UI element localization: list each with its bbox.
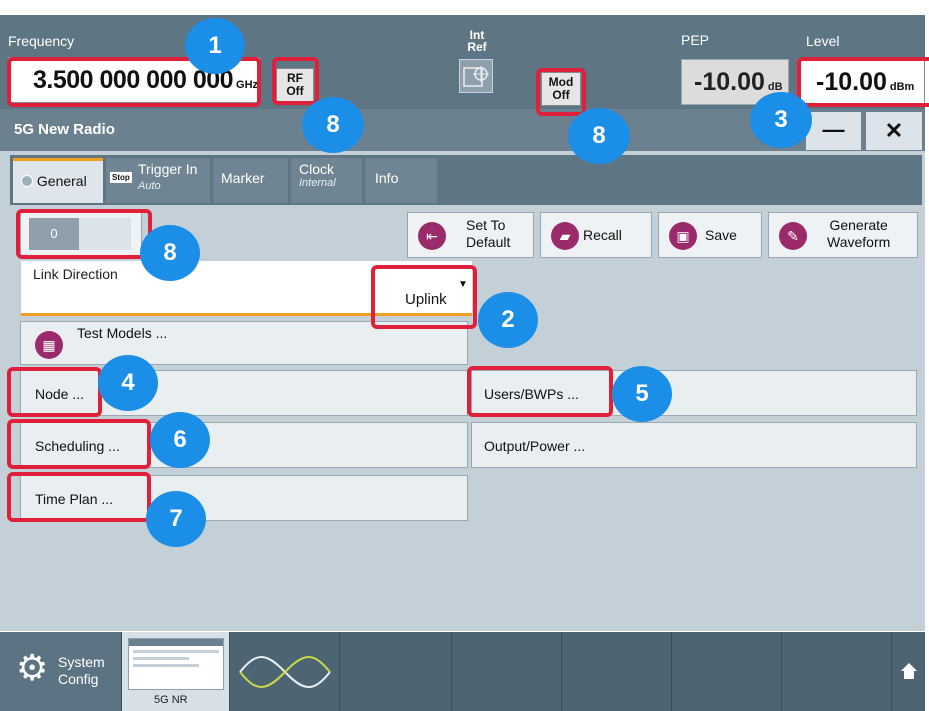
test-models-icon: ▦ <box>35 331 63 359</box>
highlight-toggle <box>16 209 152 259</box>
generate-pen-icon: ✎ <box>779 222 807 250</box>
recall-folder-icon: ▰ <box>551 222 579 250</box>
pep-value: -10.00 <box>694 68 765 96</box>
home-icon <box>901 663 917 679</box>
highlight-rf-off <box>272 57 319 105</box>
callout-6: 6 <box>150 412 210 468</box>
stop-badge: Stop <box>110 172 132 183</box>
waveform-icon <box>239 656 331 688</box>
tab-clock[interactable]: Clock Internal <box>291 158 362 203</box>
save-button[interactable]: ▣ Save <box>658 212 762 258</box>
tab-general-label: General <box>36 173 87 189</box>
set-default-line2: Default <box>466 234 511 250</box>
system-config-line2: Config <box>58 671 99 687</box>
set-default-line1: Set To <box>466 217 506 233</box>
highlight-scheduling <box>7 419 151 469</box>
highlight-node <box>7 367 102 417</box>
taskbar-slot-2[interactable] <box>452 632 562 711</box>
general-status-icon <box>21 175 33 187</box>
generate-line2: Waveform <box>827 234 891 250</box>
thumbnail-label: 5G NR <box>154 694 188 706</box>
generate-line1: Generate <box>829 217 888 233</box>
callout-8-rf: 8 <box>302 97 364 153</box>
highlight-link-direction <box>371 265 477 329</box>
home-button[interactable] <box>892 632 925 711</box>
reference-icon[interactable] <box>459 59 493 93</box>
callout-3: 3 <box>750 92 812 148</box>
set-to-default-button[interactable]: ⇤ Set To Default <box>407 212 534 258</box>
system-config-line1: System <box>58 654 105 670</box>
link-direction-label: Link Direction <box>33 266 118 282</box>
5g-nr-thumbnail[interactable]: 5G NR <box>122 632 230 711</box>
callout-4: 4 <box>98 355 158 411</box>
callout-7: 7 <box>146 491 206 547</box>
save-disk-icon: ▣ <box>669 222 697 250</box>
highlight-level <box>797 57 929 107</box>
taskbar-slot-3[interactable] <box>562 632 672 711</box>
tab-marker[interactable]: Marker <box>213 158 288 203</box>
tab-strip: General Stop Trigger In Auto Marker Cloc… <box>10 155 922 205</box>
frequency-label: Frequency <box>8 33 75 49</box>
int-ref-line2: Ref <box>467 40 487 54</box>
callout-8-toggle: 8 <box>140 225 200 281</box>
tab-trigger-in[interactable]: Stop Trigger In Auto <box>106 158 210 203</box>
tab-trigger-in-label: Trigger In <box>138 161 198 177</box>
int-ref-label: Int Ref <box>458 29 496 53</box>
dialog-title: 5G New Radio <box>14 121 115 138</box>
callout-2: 2 <box>478 292 538 348</box>
generate-waveform-button[interactable]: ✎ Generate Waveform <box>768 212 918 258</box>
minimize-button[interactable]: — <box>806 112 861 150</box>
taskbar-slot-4[interactable] <box>672 632 782 711</box>
save-label: Save <box>705 227 737 243</box>
callout-8-mod: 8 <box>568 108 630 164</box>
highlight-users-bwps <box>467 366 613 417</box>
tab-clock-label: Clock <box>299 161 335 177</box>
output-power-button[interactable]: Output/Power ... <box>471 422 917 468</box>
taskbar-slot-5[interactable] <box>782 632 892 711</box>
recall-label: Recall <box>583 227 622 243</box>
set-default-icon: ⇤ <box>418 222 446 250</box>
tab-marker-label: Marker <box>221 170 265 186</box>
waveform-thumbnail[interactable] <box>230 632 340 711</box>
highlight-time-plan <box>7 472 151 522</box>
test-models-label: Test Models ... <box>77 325 168 341</box>
callout-1: 1 <box>185 18 245 74</box>
output-power-label: Output/Power ... <box>484 438 586 454</box>
tab-trigger-in-sub: Auto <box>138 180 161 192</box>
tab-clock-sub: Internal <box>299 177 336 189</box>
close-button[interactable]: ✕ <box>866 112 922 150</box>
taskbar: ⚙ System Config 5G NR <box>0 632 925 711</box>
pep-label: PEP <box>681 32 710 48</box>
tab-general[interactable]: General <box>13 158 103 203</box>
level-label: Level <box>806 33 840 49</box>
recall-button[interactable]: ▰ Recall <box>540 212 652 258</box>
tab-info[interactable]: Info <box>365 158 437 203</box>
tab-info-label: Info <box>375 170 399 186</box>
callout-5: 5 <box>612 366 672 422</box>
taskbar-slot-1[interactable] <box>340 632 452 711</box>
gear-icon: ⚙ <box>16 647 49 688</box>
system-config-button[interactable]: ⚙ System Config <box>0 632 122 711</box>
highlight-mod-off <box>536 68 586 116</box>
thumbnail-preview <box>128 638 224 690</box>
